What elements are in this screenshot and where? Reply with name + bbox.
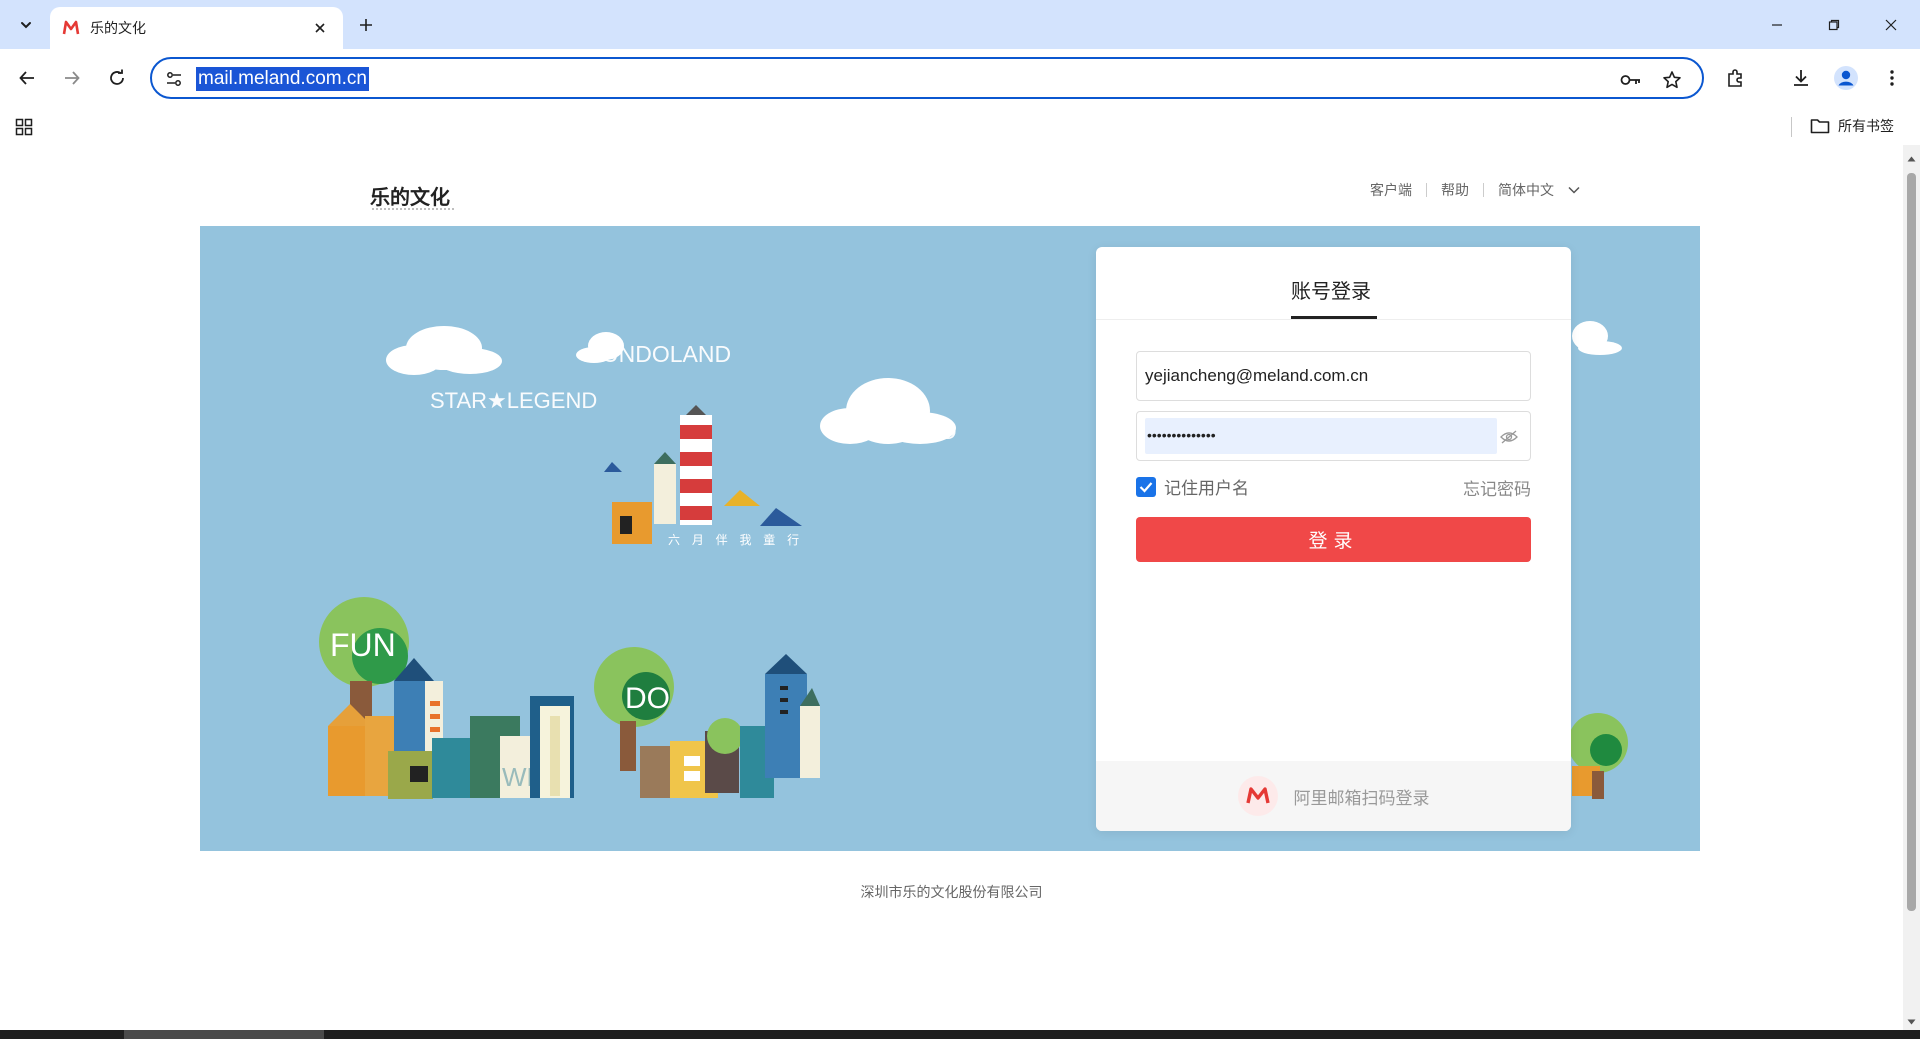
username-value: yejiancheng@meland.com.cn: [1145, 366, 1369, 385]
login-button[interactable]: 登录: [1136, 517, 1531, 562]
tab-account-login[interactable]: 账号登录: [1291, 275, 1371, 304]
arrow-right-icon: [65, 71, 80, 85]
password-autofill: ••••••••••••••: [1145, 418, 1497, 454]
minimize-button[interactable]: [1748, 0, 1806, 49]
scroll-down-arrow[interactable]: [1907, 1017, 1916, 1026]
chevron-down-icon: [21, 22, 31, 29]
close-icon: [315, 23, 325, 33]
scroll-up-arrow[interactable]: [1907, 154, 1916, 163]
apps-button[interactable]: [12, 115, 36, 139]
scroll-thumb[interactable]: [1907, 173, 1916, 911]
address-bar[interactable]: mail.meland.com.cn: [150, 57, 1704, 99]
close-window-button[interactable]: [1862, 0, 1920, 49]
apps-grid-icon: [15, 118, 33, 136]
do-text: DO: [625, 682, 670, 715]
remember-checkbox[interactable]: [1136, 476, 1156, 497]
puzzle-icon: [1728, 69, 1742, 87]
remember-username[interactable]: 记住用户名: [1136, 474, 1249, 499]
link-separator: [1426, 183, 1427, 197]
restore-button[interactable]: [1805, 0, 1863, 49]
new-tab-button[interactable]: [352, 11, 380, 39]
password-mask: ••••••••••••••: [1147, 427, 1216, 443]
m-logo-icon: [1245, 787, 1270, 804]
cloud: [1572, 321, 1622, 355]
site-logo[interactable]: 乐的文化: [368, 182, 460, 212]
bookmark-bar: 所有书签: [0, 107, 1920, 145]
all-bookmarks-button[interactable]: 所有书签: [1810, 115, 1894, 137]
tune-icon: [167, 72, 181, 86]
browser-toolbar: mail.meland.com.cn: [0, 49, 1920, 107]
download-icon: [1794, 70, 1808, 86]
qr-login-bar[interactable]: 阿里邮箱扫码登录: [1096, 761, 1571, 831]
forward-button[interactable]: [56, 62, 88, 94]
lighthouse-scene: 六 月 伴 我 童 行: [604, 405, 803, 547]
downloads-button[interactable]: [1785, 62, 1817, 94]
more-vertical-icon: [1890, 70, 1894, 86]
qr-login-label: 阿里邮箱扫码登录: [1293, 788, 1430, 809]
os-taskbar: [0, 1030, 1920, 1039]
site-info-button[interactable]: [162, 67, 186, 91]
chevron-down-icon: [1568, 186, 1580, 194]
back-button[interactable]: [11, 62, 43, 94]
password-key-button[interactable]: [1618, 67, 1644, 93]
banner-tagline: 六 月 伴 我 童 行: [668, 532, 803, 547]
page-scrollbar[interactable]: [1903, 145, 1920, 1030]
remember-label: 记住用户名: [1164, 479, 1249, 499]
tab-search-button[interactable]: [10, 9, 42, 41]
forgot-password-link[interactable]: 忘记密码: [1463, 475, 1531, 500]
fundoland-text: FUNDOLAND: [588, 341, 731, 367]
bookmark-star-button[interactable]: [1659, 67, 1685, 93]
key-icon: [1620, 75, 1640, 85]
plus-icon: [360, 19, 372, 31]
taskbar-item[interactable]: [124, 1030, 324, 1039]
meland-text: MELAND: [865, 419, 957, 444]
reload-button[interactable]: [101, 62, 133, 94]
check-icon: [1139, 481, 1153, 493]
profile-button[interactable]: [1830, 62, 1862, 94]
site-logo-text: 乐的文化: [370, 185, 450, 209]
reload-icon: [110, 69, 124, 85]
language-chevron[interactable]: [1568, 186, 1580, 194]
header-links: 客户端 帮助 简体中文: [1370, 180, 1580, 200]
password-field[interactable]: ••••••••••••••: [1136, 411, 1531, 461]
language-select[interactable]: 简体中文: [1498, 180, 1554, 200]
username-field[interactable]: yejiancheng@meland.com.cn: [1136, 351, 1531, 401]
tab-close-button[interactable]: [309, 17, 331, 39]
link-separator: [1483, 183, 1484, 197]
avatar-icon: [1834, 66, 1858, 90]
page-viewport: 乐的文化 客户端 帮助 简体中文 FUNDOLAND STAR★LEGEND M…: [0, 145, 1903, 1030]
meland-m-icon: [62, 20, 80, 35]
toggle-password-visibility[interactable]: [1498, 426, 1520, 448]
client-link[interactable]: 客户端: [1370, 180, 1412, 200]
folder-icon: [1810, 119, 1830, 134]
caret-down-icon: [1907, 1019, 1916, 1024]
login-tabs: 账号登录: [1096, 247, 1571, 320]
edge-tree: [1568, 713, 1628, 799]
aliyun-mail-logo-icon: [1237, 776, 1278, 816]
extensions-button[interactable]: [1720, 62, 1752, 94]
minimize-icon: [1772, 23, 1782, 26]
browser-menu-button[interactable]: [1876, 62, 1908, 94]
caret-up-icon: [1907, 156, 1916, 161]
star-icon: [1663, 71, 1681, 89]
bookmark-divider: [1791, 117, 1792, 137]
fun-text: FUN: [330, 627, 396, 663]
all-bookmarks-label: 所有书签: [1838, 118, 1894, 134]
help-link[interactable]: 帮助: [1441, 180, 1469, 200]
restore-icon: [1828, 19, 1840, 30]
cloud: [386, 326, 502, 375]
copyright-text: 深圳市乐的文化股份有限公司: [860, 885, 1043, 901]
browser-tab[interactable]: 乐的文化: [50, 7, 343, 49]
tab-title: 乐的文化: [90, 20, 146, 36]
login-card: 账号登录 yejiancheng@meland.com.cn •••••••••…: [1096, 247, 1571, 831]
tab-strip: 乐的文化: [0, 0, 1920, 49]
arrow-left-icon: [19, 71, 34, 85]
eye-off-icon: [1500, 430, 1518, 444]
star-legend-text: STAR★LEGEND: [430, 388, 597, 413]
active-tab-underline: [1291, 316, 1377, 319]
url-text[interactable]: mail.meland.com.cn: [196, 67, 369, 91]
close-icon: [1885, 19, 1897, 30]
